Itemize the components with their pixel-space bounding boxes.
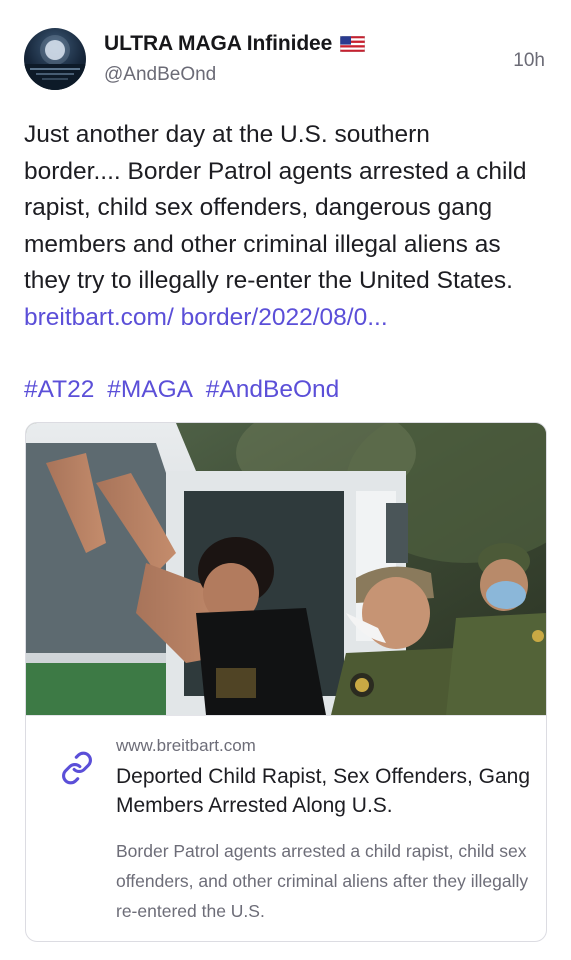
link-preview-card[interactable]: www.breitbart.com Deported Child Rapist,… (25, 422, 547, 942)
post-link[interactable]: breitbart.com/ border/2022/08/0... (24, 304, 388, 331)
author-display-name[interactable]: ULTRA MAGA Infinidee (104, 32, 332, 56)
link-preview-image[interactable] (26, 423, 546, 715)
link-icon (62, 751, 92, 785)
link-preview-footer: www.breitbart.com Deported Child Rapist,… (26, 715, 546, 941)
link-preview-domain: www.breitbart.com (116, 736, 256, 755)
hashtag-andbeond[interactable]: #AndBeOnd (206, 376, 340, 403)
hashtags: #AT22 #MAGA #AndBeOnd (24, 372, 345, 408)
post-timestamp[interactable]: 10h (513, 50, 545, 72)
author-handle[interactable]: @AndBeOnd (104, 64, 216, 86)
avatar[interactable] (24, 28, 86, 90)
post-text-rest: border.... Border Patrol agents arrested… (24, 157, 527, 295)
link-preview-description: Border Patrol agents arrested a child ra… (116, 841, 529, 921)
hashtag-maga[interactable]: #MAGA (107, 376, 193, 403)
author-name-row[interactable]: ULTRA MAGA Infinidee (104, 32, 366, 56)
post[interactable]: ULTRA MAGA Infinidee @AndBeOnd 10h Just … (0, 0, 571, 960)
post-text-line1: Just another day at the U.S. southern (24, 121, 430, 148)
post-header: ULTRA MAGA Infinidee @AndBeOnd 10h (24, 26, 547, 92)
us-flag-icon (340, 36, 366, 52)
hashtag-at22[interactable]: #AT22 (24, 376, 94, 403)
post-text: Just another day at the U.S. southern bor… (24, 117, 552, 336)
link-preview-title[interactable]: Deported Child Rapist, Sex Offenders, Ga… (116, 762, 536, 820)
